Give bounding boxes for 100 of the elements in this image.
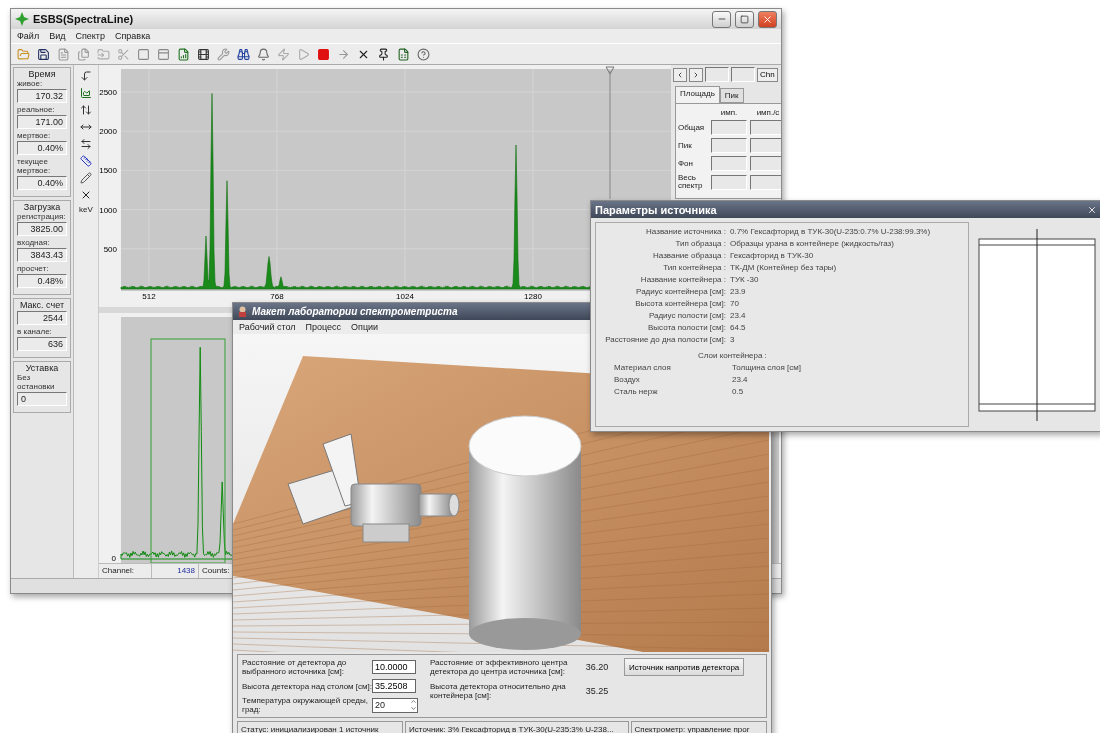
field-label: регистрация: [17, 212, 67, 221]
bell-button[interactable] [255, 45, 272, 63]
table-cell-text: Сталь нерж [614, 387, 659, 396]
chevron-right-icon [692, 70, 700, 79]
param-label: Тип контейнера : [662, 263, 726, 272]
pencil-button[interactable] [78, 171, 94, 185]
param-label: Высота контейнера [см]: [634, 299, 726, 308]
x-tick-label: 512 [142, 292, 156, 301]
scroll-right-button[interactable] [689, 67, 703, 82]
menu-item[interactable]: Спектр [75, 31, 105, 41]
close-icon[interactable] [1087, 204, 1097, 215]
param-value: 64.5 [730, 323, 747, 332]
y-tick-label: 2500 [99, 88, 117, 97]
input-field[interactable] [705, 67, 729, 82]
menu-item[interactable]: Справка [115, 31, 151, 41]
source-opposite-button[interactable]: Источник напротив детектора [624, 658, 745, 676]
tab[interactable]: Пик [719, 88, 744, 103]
arrow-right-icon [337, 47, 350, 61]
scroll-left-button[interactable] [673, 67, 687, 82]
bell-icon [257, 47, 270, 61]
folder-icon [17, 47, 30, 61]
param-label: Название контейнера : [639, 275, 726, 284]
spinner-field[interactable]: 20 [372, 697, 418, 713]
app-logo-icon [15, 12, 29, 26]
input-field[interactable]: 10.0000 [372, 660, 416, 674]
menu-item[interactable]: Рабочий стол [239, 322, 296, 332]
y-tick-label: 2000 [99, 127, 117, 137]
chn-button[interactable]: Chn [757, 67, 778, 82]
documents-button[interactable] [75, 45, 92, 63]
value-field [711, 156, 747, 171]
stop-icon [317, 47, 330, 61]
menu-item[interactable]: Процесс [305, 322, 342, 332]
value-field: 0.40% [17, 176, 67, 190]
y-tick-label: 500 [103, 244, 117, 254]
y-tick-label: 1000 [99, 205, 117, 215]
param-label: Название образца : [652, 251, 726, 260]
marker-line[interactable] [605, 66, 615, 200]
field-label: текущее мертвое: [17, 157, 52, 175]
close-icon [762, 13, 773, 25]
spreadsheet-icon [397, 47, 410, 61]
chart-icon [177, 47, 190, 61]
corner-arrow-icon [80, 70, 92, 82]
spin-up-icon[interactable] [410, 698, 417, 705]
value-field: 170.32 [17, 89, 67, 103]
layers-title: Слои контейнера : [697, 351, 768, 360]
value-field [711, 138, 747, 153]
param-label: Расстояние до дна полости [см]: [604, 335, 726, 344]
chevron-left-icon [676, 70, 684, 79]
area-chart-button[interactable] [78, 86, 94, 100]
region-frame[interactable] [150, 338, 226, 564]
column-header: Толщина слоя [см] [732, 363, 803, 372]
field-label: Без остановки [17, 373, 56, 391]
value-field: 0.40% [17, 141, 67, 155]
value-field: 2544 [17, 311, 67, 325]
help-icon [417, 47, 430, 61]
status-text: Статус: инициализирован 1 источник [237, 721, 404, 733]
documents-icon [77, 47, 90, 61]
input-field[interactable]: 35.2508 [372, 679, 416, 693]
ruler-button[interactable] [78, 154, 94, 168]
menu-item[interactable]: Вид [49, 31, 66, 41]
row-label: Весь спектр [678, 174, 704, 190]
kev-button[interactable]: keV [79, 205, 93, 214]
field-label: просчет: [17, 264, 50, 273]
square-icon [137, 47, 150, 61]
tab[interactable]: Площадь [675, 86, 720, 103]
param-label: Радиус контейнера [см]: [635, 287, 726, 296]
vertical-arrows-button[interactable] [78, 103, 94, 117]
table-cell-text: 23.4 [732, 375, 749, 384]
value-field: 171.00 [17, 115, 67, 129]
table-cell-text: Воздух [614, 375, 641, 384]
binoculars-icon [237, 47, 250, 61]
wrench-icon [217, 47, 230, 61]
input-field[interactable] [731, 67, 755, 82]
spin-down-icon[interactable] [410, 705, 417, 712]
status-text: Спектрометр: управление прог [630, 721, 767, 733]
x-tick-label: 1024 [396, 292, 414, 301]
readout-value: 36.20 [584, 662, 610, 672]
row-label: Пик [678, 141, 693, 150]
field-label: живое: [17, 79, 44, 88]
param-value: 23.9 [730, 287, 747, 296]
value-field: 0.48% [17, 274, 67, 288]
readout-value: 35.25 [584, 686, 610, 696]
maximize-button[interactable] [735, 10, 754, 28]
play-icon [297, 47, 310, 61]
scissors-icon [117, 47, 130, 61]
group-title: Макс. счет [18, 300, 66, 310]
x-tick-label: 768 [270, 292, 284, 301]
menu-item[interactable]: Файл [17, 31, 40, 41]
horizontal-arrows-icon [80, 138, 92, 150]
save-icon [37, 47, 50, 61]
window-title: ESBS(SpectraLine) [33, 13, 134, 25]
readout-label: Расстояние от эффективного центра детектора до центра источника [см]: [430, 658, 569, 676]
menu-item[interactable]: Опции [351, 322, 379, 332]
help-button[interactable] [415, 45, 432, 63]
param-label: Радиус полости [см]: [647, 311, 726, 320]
horizontal-arrows-button[interactable] [78, 137, 94, 151]
minimize-button[interactable] [712, 10, 731, 28]
row-label: Общая [678, 123, 706, 132]
field-label: Высота детектора над столом [см]: [242, 681, 372, 691]
readout-label: Высота детектора относительно дна контейнера [см]: [430, 682, 567, 700]
